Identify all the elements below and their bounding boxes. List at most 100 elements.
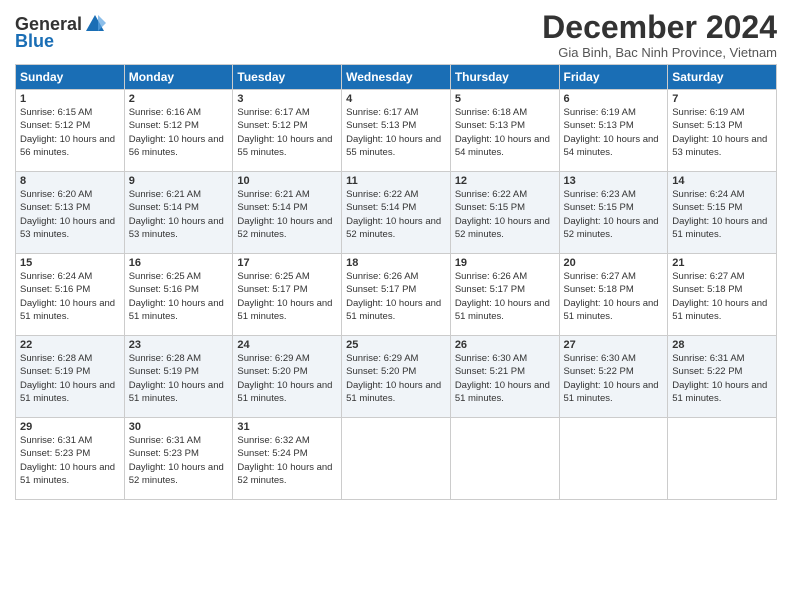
day-info: Sunrise: 6:25 AMSunset: 5:16 PMDaylight:… <box>129 270 229 323</box>
day-number: 21 <box>672 257 772 269</box>
calendar-cell: 17Sunrise: 6:25 AMSunset: 5:17 PMDayligh… <box>233 254 342 336</box>
col-thursday: Thursday <box>450 65 559 90</box>
calendar-cell <box>342 418 451 500</box>
calendar-cell <box>450 418 559 500</box>
day-info: Sunrise: 6:21 AMSunset: 5:14 PMDaylight:… <box>237 188 337 241</box>
month-title: December 2024 <box>542 10 777 45</box>
calendar-week-5: 29 Sunrise: 6:31 AMSunset: 5:23 PMDayligh… <box>16 418 777 500</box>
day-number: 14 <box>672 175 772 187</box>
calendar-cell: 21Sunrise: 6:27 AMSunset: 5:18 PMDayligh… <box>668 254 777 336</box>
header-row: Sunday Monday Tuesday Wednesday Thursday… <box>16 65 777 90</box>
day-info: Sunrise: 6:20 AMSunset: 5:13 PMDaylight:… <box>20 188 120 241</box>
calendar-cell: 23Sunrise: 6:28 AMSunset: 5:19 PMDayligh… <box>124 336 233 418</box>
day-info: Sunrise: 6:27 AMSunset: 5:18 PMDaylight:… <box>672 270 772 323</box>
day-number: 5 <box>455 93 555 105</box>
day-number: 30 <box>129 421 229 433</box>
calendar-cell: 31Sunrise: 6:32 AMSunset: 5:24 PMDayligh… <box>233 418 342 500</box>
day-number: 28 <box>672 339 772 351</box>
logo-blue: Blue <box>15 31 54 52</box>
day-info: Sunrise: 6:21 AMSunset: 5:14 PMDaylight:… <box>129 188 229 241</box>
col-monday: Monday <box>124 65 233 90</box>
day-number: 8 <box>20 175 120 187</box>
day-info: Sunrise: 6:31 AMSunset: 5:23 PMDaylight:… <box>129 434 229 487</box>
day-info: Sunrise: 6:30 AMSunset: 5:21 PMDaylight:… <box>455 352 555 405</box>
calendar-cell: 10Sunrise: 6:21 AMSunset: 5:14 PMDayligh… <box>233 172 342 254</box>
day-info: Sunrise: 6:31 AMSunset: 5:22 PMDaylight:… <box>672 352 772 405</box>
calendar-cell: 27Sunrise: 6:30 AMSunset: 5:22 PMDayligh… <box>559 336 668 418</box>
day-number: 7 <box>672 93 772 105</box>
day-info: Sunrise: 6:23 AMSunset: 5:15 PMDaylight:… <box>564 188 664 241</box>
col-sunday: Sunday <box>16 65 125 90</box>
day-number: 13 <box>564 175 664 187</box>
day-info: Sunrise: 6:32 AMSunset: 5:24 PMDaylight:… <box>237 434 337 487</box>
calendar-cell: 15Sunrise: 6:24 AMSunset: 5:16 PMDayligh… <box>16 254 125 336</box>
day-number: 9 <box>129 175 229 187</box>
calendar-cell: 7Sunrise: 6:19 AMSunset: 5:13 PMDaylight… <box>668 90 777 172</box>
col-tuesday: Tuesday <box>233 65 342 90</box>
day-info: Sunrise: 6:27 AMSunset: 5:18 PMDaylight:… <box>564 270 664 323</box>
day-info: Sunrise: 6:22 AMSunset: 5:14 PMDaylight:… <box>346 188 446 241</box>
calendar-cell: 26Sunrise: 6:30 AMSunset: 5:21 PMDayligh… <box>450 336 559 418</box>
calendar-cell: 8Sunrise: 6:20 AMSunset: 5:13 PMDaylight… <box>16 172 125 254</box>
calendar-cell: 5Sunrise: 6:18 AMSunset: 5:13 PMDaylight… <box>450 90 559 172</box>
calendar-cell: 20Sunrise: 6:27 AMSunset: 5:18 PMDayligh… <box>559 254 668 336</box>
day-number: 11 <box>346 175 446 187</box>
day-number: 6 <box>564 93 664 105</box>
title-block: December 2024 Gia Binh, Bac Ninh Provinc… <box>542 10 777 60</box>
calendar-cell: 1Sunrise: 6:15 AMSunset: 5:12 PMDaylight… <box>16 90 125 172</box>
calendar-cell: 24Sunrise: 6:29 AMSunset: 5:20 PMDayligh… <box>233 336 342 418</box>
calendar-cell: 9Sunrise: 6:21 AMSunset: 5:14 PMDaylight… <box>124 172 233 254</box>
day-number: 22 <box>20 339 120 351</box>
day-number: 16 <box>129 257 229 269</box>
day-number: 20 <box>564 257 664 269</box>
col-wednesday: Wednesday <box>342 65 451 90</box>
calendar-cell: 28Sunrise: 6:31 AMSunset: 5:22 PMDayligh… <box>668 336 777 418</box>
calendar-week-2: 8Sunrise: 6:20 AMSunset: 5:13 PMDaylight… <box>16 172 777 254</box>
calendar-cell: 2Sunrise: 6:16 AMSunset: 5:12 PMDaylight… <box>124 90 233 172</box>
calendar-cell: 30Sunrise: 6:31 AMSunset: 5:23 PMDayligh… <box>124 418 233 500</box>
day-info: Sunrise: 6:18 AMSunset: 5:13 PMDaylight:… <box>455 106 555 159</box>
col-friday: Friday <box>559 65 668 90</box>
calendar-cell: 11Sunrise: 6:22 AMSunset: 5:14 PMDayligh… <box>342 172 451 254</box>
calendar-cell: 29Sunrise: 6:31 AMSunset: 5:23 PMDayligh… <box>16 418 125 500</box>
day-number: 25 <box>346 339 446 351</box>
calendar-cell: 16Sunrise: 6:25 AMSunset: 5:16 PMDayligh… <box>124 254 233 336</box>
day-info: Sunrise: 6:30 AMSunset: 5:22 PMDaylight:… <box>564 352 664 405</box>
calendar-cell <box>559 418 668 500</box>
calendar-cell: 6Sunrise: 6:19 AMSunset: 5:13 PMDaylight… <box>559 90 668 172</box>
day-number: 10 <box>237 175 337 187</box>
day-number: 29 <box>20 421 120 433</box>
day-info: Sunrise: 6:26 AMSunset: 5:17 PMDaylight:… <box>346 270 446 323</box>
day-info: Sunrise: 6:25 AMSunset: 5:17 PMDaylight:… <box>237 270 337 323</box>
calendar-cell: 4Sunrise: 6:17 AMSunset: 5:13 PMDaylight… <box>342 90 451 172</box>
day-number: 1 <box>20 93 120 105</box>
day-number: 17 <box>237 257 337 269</box>
calendar-cell: 19Sunrise: 6:26 AMSunset: 5:17 PMDayligh… <box>450 254 559 336</box>
day-number: 31 <box>237 421 337 433</box>
day-info: Sunrise: 6:24 AMSunset: 5:15 PMDaylight:… <box>672 188 772 241</box>
day-number: 18 <box>346 257 446 269</box>
day-number: 26 <box>455 339 555 351</box>
day-number: 12 <box>455 175 555 187</box>
calendar-cell: 3Sunrise: 6:17 AMSunset: 5:12 PMDaylight… <box>233 90 342 172</box>
calendar-cell: 13Sunrise: 6:23 AMSunset: 5:15 PMDayligh… <box>559 172 668 254</box>
day-info: Sunrise: 6:28 AMSunset: 5:19 PMDaylight:… <box>129 352 229 405</box>
day-number: 3 <box>237 93 337 105</box>
calendar-cell: 12Sunrise: 6:22 AMSunset: 5:15 PMDayligh… <box>450 172 559 254</box>
day-info: Sunrise: 6:19 AMSunset: 5:13 PMDaylight:… <box>564 106 664 159</box>
calendar-cell <box>668 418 777 500</box>
day-info: Sunrise: 6:29 AMSunset: 5:20 PMDaylight:… <box>237 352 337 405</box>
calendar-table: Sunday Monday Tuesday Wednesday Thursday… <box>15 64 777 500</box>
calendar-cell: 22Sunrise: 6:28 AMSunset: 5:19 PMDayligh… <box>16 336 125 418</box>
day-info: Sunrise: 6:17 AMSunset: 5:12 PMDaylight:… <box>237 106 337 159</box>
calendar-cell: 18Sunrise: 6:26 AMSunset: 5:17 PMDayligh… <box>342 254 451 336</box>
day-number: 27 <box>564 339 664 351</box>
day-number: 4 <box>346 93 446 105</box>
day-info: Sunrise: 6:16 AMSunset: 5:12 PMDaylight:… <box>129 106 229 159</box>
day-info: Sunrise: 6:15 AMSunset: 5:12 PMDaylight:… <box>20 106 120 159</box>
calendar-week-3: 15Sunrise: 6:24 AMSunset: 5:16 PMDayligh… <box>16 254 777 336</box>
col-saturday: Saturday <box>668 65 777 90</box>
page-container: General Blue December 2024 Gia Binh, Bac… <box>0 0 792 505</box>
day-number: 15 <box>20 257 120 269</box>
calendar-cell: 14Sunrise: 6:24 AMSunset: 5:15 PMDayligh… <box>668 172 777 254</box>
